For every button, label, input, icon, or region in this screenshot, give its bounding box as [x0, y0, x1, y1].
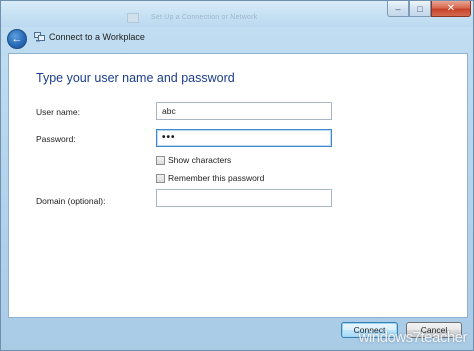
show-characters-label: Show characters — [168, 155, 232, 165]
username-field[interactable]: abc — [156, 102, 332, 120]
close-button[interactable]: ✕ — [431, 1, 471, 17]
background-window-title: Set Up a Connection or Network — [151, 14, 258, 21]
back-arrow-icon[interactable]: ← — [7, 29, 27, 49]
watermark: windows7teacher — [358, 329, 468, 346]
show-characters-option[interactable]: Show characters — [156, 155, 231, 165]
page-heading: Type your user name and password — [36, 71, 235, 85]
dialog-window: Set Up a Connection or Network – □ ✕ ← C… — [0, 0, 474, 351]
remember-password-label: Remember this password — [168, 173, 265, 183]
maximize-button[interactable]: □ — [409, 1, 431, 17]
password-field[interactable]: ••• — [156, 129, 332, 147]
username-label: User name: — [36, 107, 80, 117]
window-title: Connect to a Workplace — [49, 32, 145, 42]
show-characters-checkbox[interactable] — [156, 155, 165, 165]
remember-password-checkbox[interactable] — [156, 173, 165, 183]
title-bar[interactable]: Set Up a Connection or Network – □ ✕ — [1, 1, 473, 27]
password-label: Password: — [36, 134, 76, 144]
content-pane: Type your user name and password User na… — [8, 53, 468, 318]
domain-field[interactable] — [156, 189, 332, 207]
minimize-button[interactable]: – — [387, 1, 409, 17]
domain-label: Domain (optional): — [36, 196, 106, 206]
workplace-network-icon — [34, 32, 45, 42]
remember-password-option[interactable]: Remember this password — [156, 173, 264, 183]
background-window-icon — [127, 13, 139, 23]
caption-buttons: – □ ✕ — [387, 1, 471, 17]
